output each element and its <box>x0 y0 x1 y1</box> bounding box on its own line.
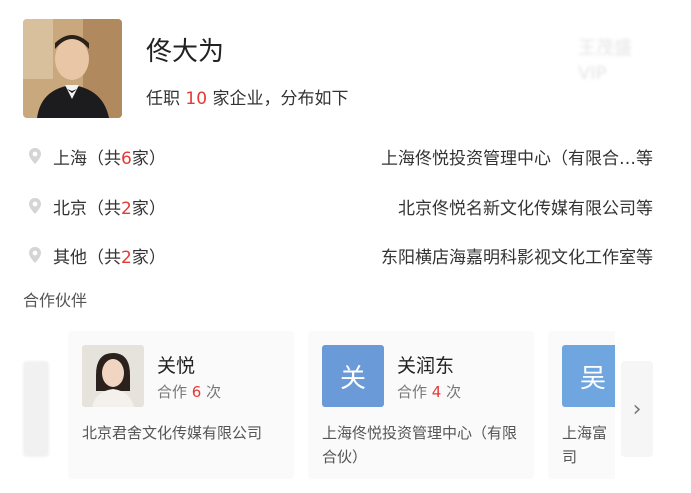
carousel-next-button[interactable]: › <box>621 361 653 457</box>
partner-avatar-letter: 吴 <box>562 345 615 407</box>
partner-card[interactable]: 吴 上海富 司 <box>548 331 615 479</box>
partner-card[interactable]: 关 关润东 合作 4 次 上海佟悦投资管理中心（有限合伙） <box>308 331 534 479</box>
partner-count-num: 4 <box>431 383 442 401</box>
partner-count-prefix: 合作 <box>157 383 188 401</box>
partner-count: 合作 4 次 <box>397 381 461 402</box>
location-count: 6 <box>121 149 132 169</box>
partner-name: 关悦 <box>157 355 196 377</box>
location-name: 其他 <box>53 248 87 268</box>
partner-card[interactable]: 关悦 合作 6 次 北京君舍文化传媒有限公司 <box>68 331 294 479</box>
partner-avatar <box>82 345 144 407</box>
location-count: 2 <box>121 199 132 219</box>
partner-count-num: 6 <box>191 383 202 401</box>
location-count-suffix: 家） <box>131 248 166 268</box>
location-label: 其他（共2家） <box>53 243 166 268</box>
partners-title: 合作伙伴 <box>23 291 88 310</box>
partners-track: 关悦 合作 6 次 北京君舍文化传媒有限公司 关 关润东 合作 4 次 上海佟悦… <box>68 325 615 485</box>
chevron-right-icon: › <box>632 396 642 422</box>
location-pin-icon <box>29 198 41 214</box>
watermark-line2: VIP <box>578 63 607 85</box>
partner-count-suffix: 次 <box>206 383 222 401</box>
carousel-prev-area[interactable] <box>23 361 49 457</box>
location-name: 上海 <box>53 149 87 169</box>
partner-count-suffix: 次 <box>446 383 462 401</box>
location-row-beijing[interactable]: 北京（共2家） 北京佟悦名新文化传媒有限公司等 <box>0 192 691 220</box>
company-count: 10 <box>185 89 208 109</box>
location-count-prefix: （共 <box>87 248 121 268</box>
location-companies[interactable]: 上海佟悦投资管理中心（有限合…等 <box>381 144 653 169</box>
location-row-other[interactable]: 其他（共2家） 东阳横店海嘉明科影视文化工作室等 <box>0 241 691 269</box>
partner-company: 北京君舍文化传媒有限公司 <box>82 424 263 442</box>
partner-company: 上海富 司 <box>562 424 608 466</box>
partner-count: 合作 6 次 <box>157 381 221 402</box>
person-photo <box>23 19 122 118</box>
location-companies[interactable]: 东阳横店海嘉明科影视文化工作室等 <box>381 243 653 268</box>
location-companies[interactable]: 北京佟悦名新文化传媒有限公司等 <box>398 194 653 219</box>
person-avatar[interactable] <box>23 19 122 118</box>
location-name: 北京 <box>53 199 87 219</box>
location-count-suffix: 家） <box>131 199 166 219</box>
partner-avatar-letter: 关 <box>322 345 384 407</box>
company-summary: 任职 10 家企业，分布如下 <box>146 84 348 109</box>
partner-count-prefix: 合作 <box>397 383 428 401</box>
partner-company: 上海佟悦投资管理中心（有限合伙） <box>322 424 518 466</box>
location-count: 2 <box>121 248 132 268</box>
location-count-suffix: 家） <box>131 149 166 169</box>
location-pin-icon <box>29 247 41 263</box>
location-count-prefix: （共 <box>87 199 121 219</box>
partners-carousel: 关悦 合作 6 次 北京君舍文化传媒有限公司 关 关润东 合作 4 次 上海佟悦… <box>0 325 691 485</box>
location-label: 上海（共6家） <box>53 144 166 169</box>
location-pin-icon <box>29 148 41 164</box>
location-count-prefix: （共 <box>87 149 121 169</box>
summary-suffix: 家企业，分布如下 <box>212 89 349 109</box>
location-row-shanghai[interactable]: 上海（共6家） 上海佟悦投资管理中心（有限合…等 <box>0 142 691 170</box>
location-label: 北京（共2家） <box>53 194 166 219</box>
partner-name: 关润东 <box>397 355 455 377</box>
person-name[interactable]: 佟大为 <box>146 31 224 68</box>
summary-prefix: 任职 <box>146 89 180 109</box>
watermark-line1: 王茂盛 <box>578 38 632 59</box>
partner-photo <box>82 345 144 407</box>
watermark: 王茂盛 VIP <box>578 36 632 86</box>
